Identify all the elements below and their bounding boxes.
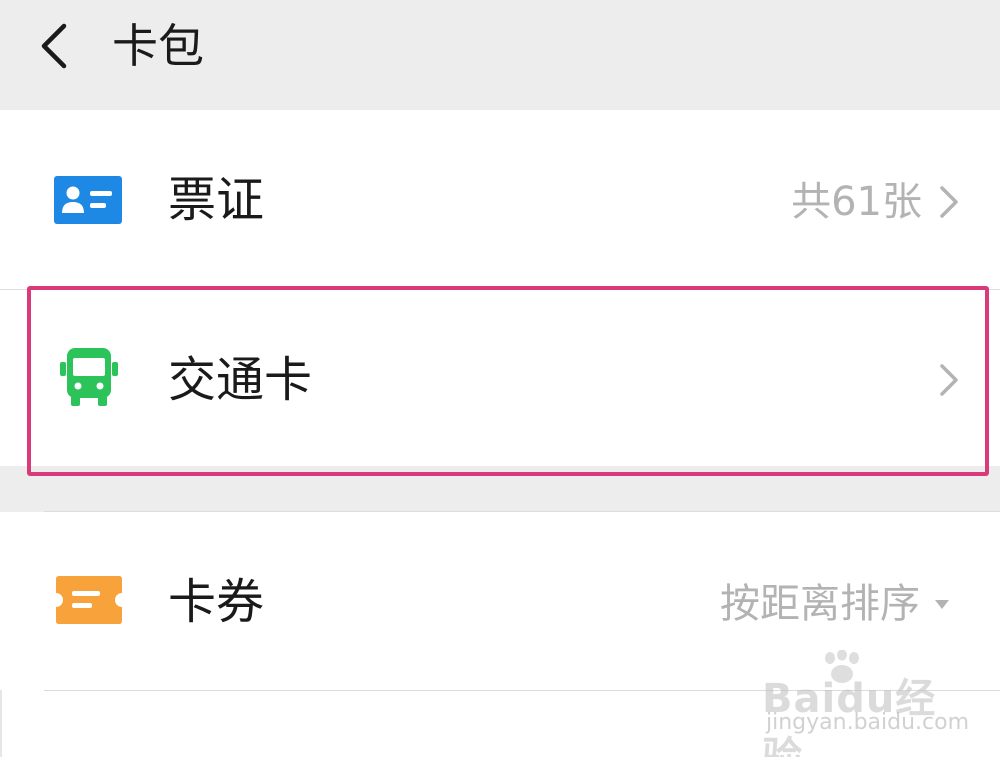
chevron-right-icon	[940, 186, 958, 218]
coupons-label: 卡券	[168, 574, 265, 630]
ticket-icon	[56, 576, 122, 624]
back-button[interactable]	[30, 18, 86, 74]
sort-by-distance[interactable]: 按距离排序	[720, 580, 920, 628]
id-card-icon	[54, 176, 122, 224]
highlight-frame	[27, 286, 989, 476]
top-bar: 卡包	[0, 0, 1000, 110]
tickets-count: 共61张	[791, 179, 922, 225]
page-title: 卡包	[112, 19, 204, 73]
caret-down-icon	[935, 600, 949, 609]
card-wallet-screen: 卡包 票证 共61张 交通卡 卡券 按距离排序 Baidu经验 jingyan.…	[0, 0, 1000, 757]
list-item-tickets[interactable]: 票证 共61张	[0, 110, 1000, 290]
baidu-watermark: Baidu经验 jingyan.baidu.com	[762, 650, 969, 757]
tickets-label: 票证	[168, 172, 265, 228]
chevron-left-icon	[41, 23, 67, 69]
watermark-url: jingyan.baidu.com	[766, 710, 970, 735]
